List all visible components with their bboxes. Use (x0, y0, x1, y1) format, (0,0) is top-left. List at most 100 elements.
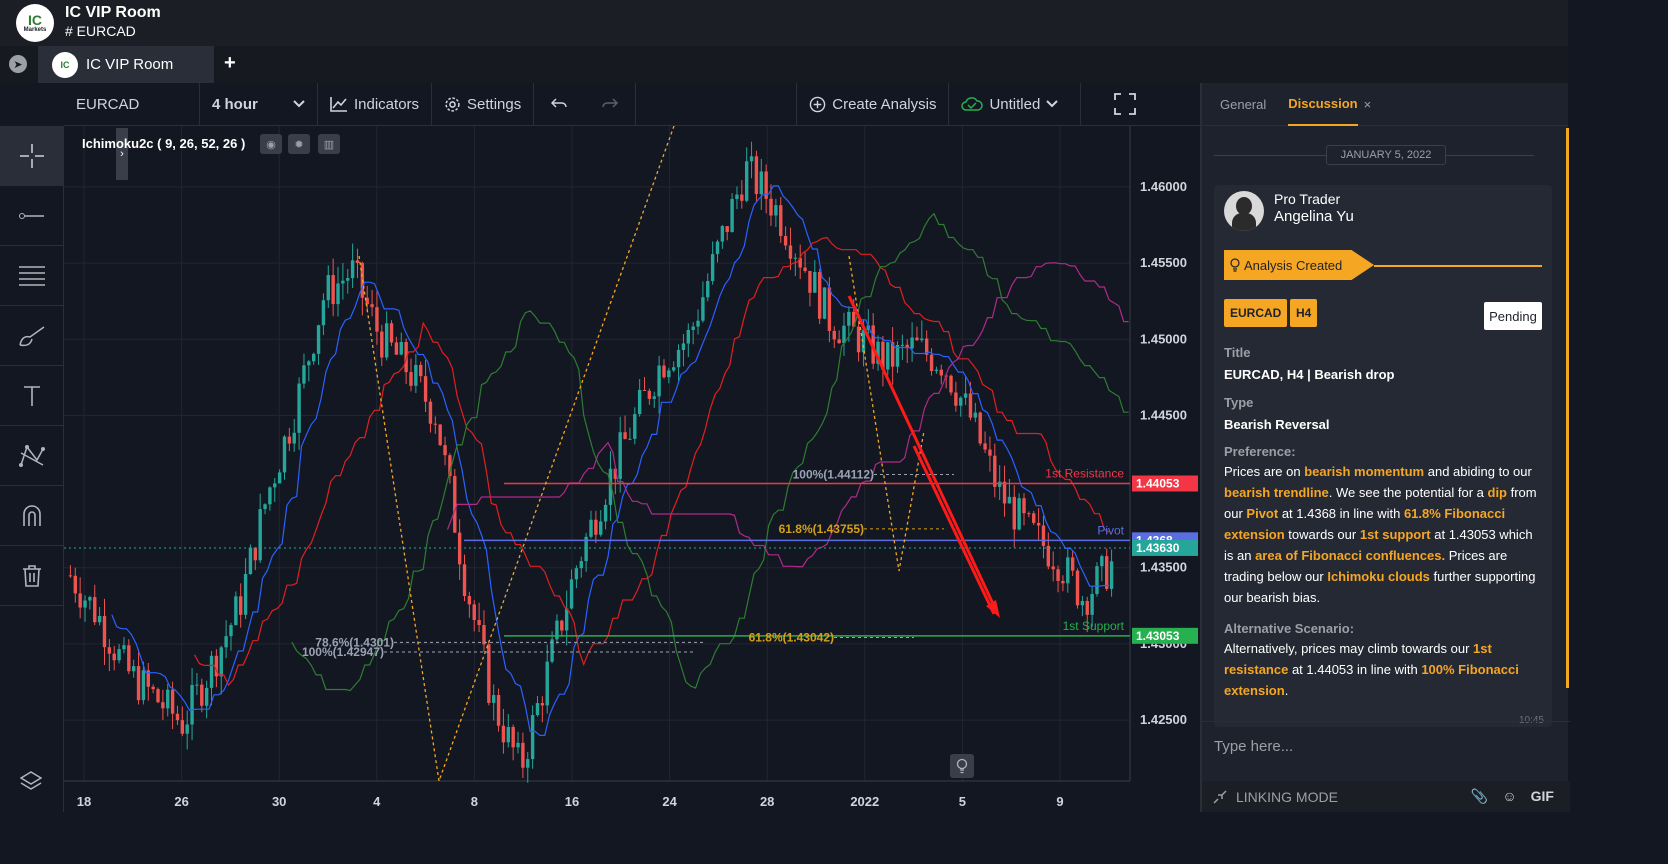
bearish-trendline (847, 295, 996, 607)
fullscreen-button[interactable] (1081, 83, 1169, 126)
redo-button[interactable] (584, 82, 637, 126)
candle-body (963, 393, 968, 398)
interval-selector[interactable]: 4 hour (200, 82, 318, 126)
candle-body (219, 647, 223, 677)
tab-ic-vip-room[interactable]: IC IC VIP Room (38, 46, 214, 83)
message-input[interactable] (1214, 726, 1554, 766)
candle-body (1104, 556, 1109, 589)
crosshair-tool[interactable] (0, 126, 64, 186)
undo-button[interactable] (534, 83, 584, 126)
compass-icon[interactable]: ➤ (9, 55, 27, 73)
interval-label: 4 hour (212, 95, 258, 113)
candle-body (599, 521, 603, 535)
candle-body (623, 432, 627, 440)
candle-body (837, 339, 841, 344)
eye-icon[interactable]: ◉ (260, 134, 282, 154)
candle-body (73, 575, 78, 594)
scrollbar[interactable] (1566, 128, 1569, 688)
tab-general[interactable]: General (1220, 83, 1266, 126)
y-tick-label: 1.43500 (1140, 560, 1187, 575)
candle-body (224, 636, 228, 648)
fib-lines-tool[interactable] (0, 246, 64, 306)
lightbulb-icon (1230, 258, 1240, 272)
candle-body (754, 156, 759, 195)
preference-label: Preference: (1224, 444, 1296, 459)
bulb-icon[interactable] (950, 754, 974, 778)
candle-body (170, 689, 175, 714)
candle-body (326, 275, 330, 301)
tab-discussion[interactable]: Discussion (1288, 83, 1358, 126)
candle-body (569, 579, 574, 609)
candle-body (117, 649, 121, 661)
candle-body (847, 311, 851, 326)
candle-body (258, 509, 262, 561)
candle-body (997, 481, 1002, 487)
candle-body (832, 330, 836, 340)
x-tick-label: 9 (1056, 794, 1063, 809)
trend-line-tool[interactable] (0, 186, 64, 246)
chart-line-icon (330, 97, 347, 112)
candle-body (297, 383, 301, 433)
indicators-button[interactable]: Indicators (318, 82, 433, 126)
candle-body (180, 720, 185, 734)
create-analysis-button[interactable]: Create Analysis (796, 82, 950, 126)
linking-mode-toggle[interactable]: LINKING MODE (1212, 789, 1338, 805)
candle-body (759, 171, 763, 195)
candle-body (647, 390, 652, 399)
candle-body (331, 275, 335, 305)
x-tick-label: 16 (565, 794, 579, 809)
candle-body (462, 564, 467, 597)
candle-body (1109, 561, 1114, 589)
highlight-text: dip (1487, 485, 1508, 500)
candle-body (302, 365, 306, 384)
ic-markets-logo: IC Markets (16, 4, 54, 42)
x-tick-label: 24 (662, 794, 677, 809)
highlight-text: bearish trendline (1224, 485, 1329, 500)
candle-body (1085, 600, 1089, 615)
brush-tool[interactable] (0, 306, 64, 366)
candle-body (282, 436, 287, 473)
candle-body (1012, 496, 1016, 530)
gif-button[interactable]: GIF (1531, 788, 1554, 805)
candle-body (988, 449, 992, 456)
pattern-icon (19, 444, 45, 467)
add-tab-button[interactable]: + (224, 52, 236, 75)
candle-body (433, 423, 438, 425)
indicator-remove-icon[interactable]: ▥ (318, 134, 340, 154)
candle-body (574, 568, 579, 580)
create-analysis-label: Create Analysis (832, 95, 937, 113)
chart-area[interactable]: › 18 26 30 4 8 16 24 28 2022 5 9 1.46000 1.45500 1.45… (64, 126, 1200, 812)
attachment-icon[interactable]: 📎 (1471, 788, 1488, 805)
tab-bar: ➤ IC IC VIP Room + (0, 46, 1568, 83)
highlight-text: Ichimoku clouds (1327, 569, 1430, 584)
x-tick-label: 5 (959, 794, 966, 809)
indicator-settings-icon[interactable]: ✹ (288, 134, 310, 154)
candle-body (886, 342, 890, 370)
close-icon[interactable]: × (1364, 97, 1372, 112)
analysis-created-banner: Analysis Created (1224, 250, 1374, 280)
pattern-tool[interactable] (0, 426, 64, 486)
symbol-selector[interactable]: EURCAD (64, 82, 200, 126)
price-chart[interactable]: 18 26 30 4 8 16 24 28 2022 5 9 1.46000 1.45500 1.4500… (64, 126, 1200, 812)
candle-body (107, 647, 112, 654)
candle-body (127, 645, 131, 672)
candle-body (954, 392, 958, 406)
candle-body (428, 401, 433, 424)
settings-button[interactable]: Settings (432, 82, 535, 126)
layout-selector[interactable]: Untitled (949, 82, 1082, 126)
candle-body (681, 343, 686, 350)
candle-body (779, 205, 783, 236)
level-price-label: 1.43053 (1136, 629, 1180, 643)
candle-body (253, 547, 258, 561)
undo-icon (551, 98, 567, 108)
candle-body (589, 519, 593, 537)
fib-level-label: 61.8%(1.43042) (749, 631, 834, 645)
delete-drawings-tool[interactable] (0, 546, 64, 606)
analysis-message: Pro Trader Angelina Yu Analysis Created … (1214, 185, 1552, 727)
text-tool[interactable] (0, 366, 64, 426)
x-tick-label: 30 (272, 794, 286, 809)
magnet-tool[interactable] (0, 486, 64, 546)
emoji-icon[interactable]: ☺ (1502, 788, 1516, 805)
candle-body (511, 726, 515, 748)
layers-icon[interactable] (19, 770, 43, 798)
